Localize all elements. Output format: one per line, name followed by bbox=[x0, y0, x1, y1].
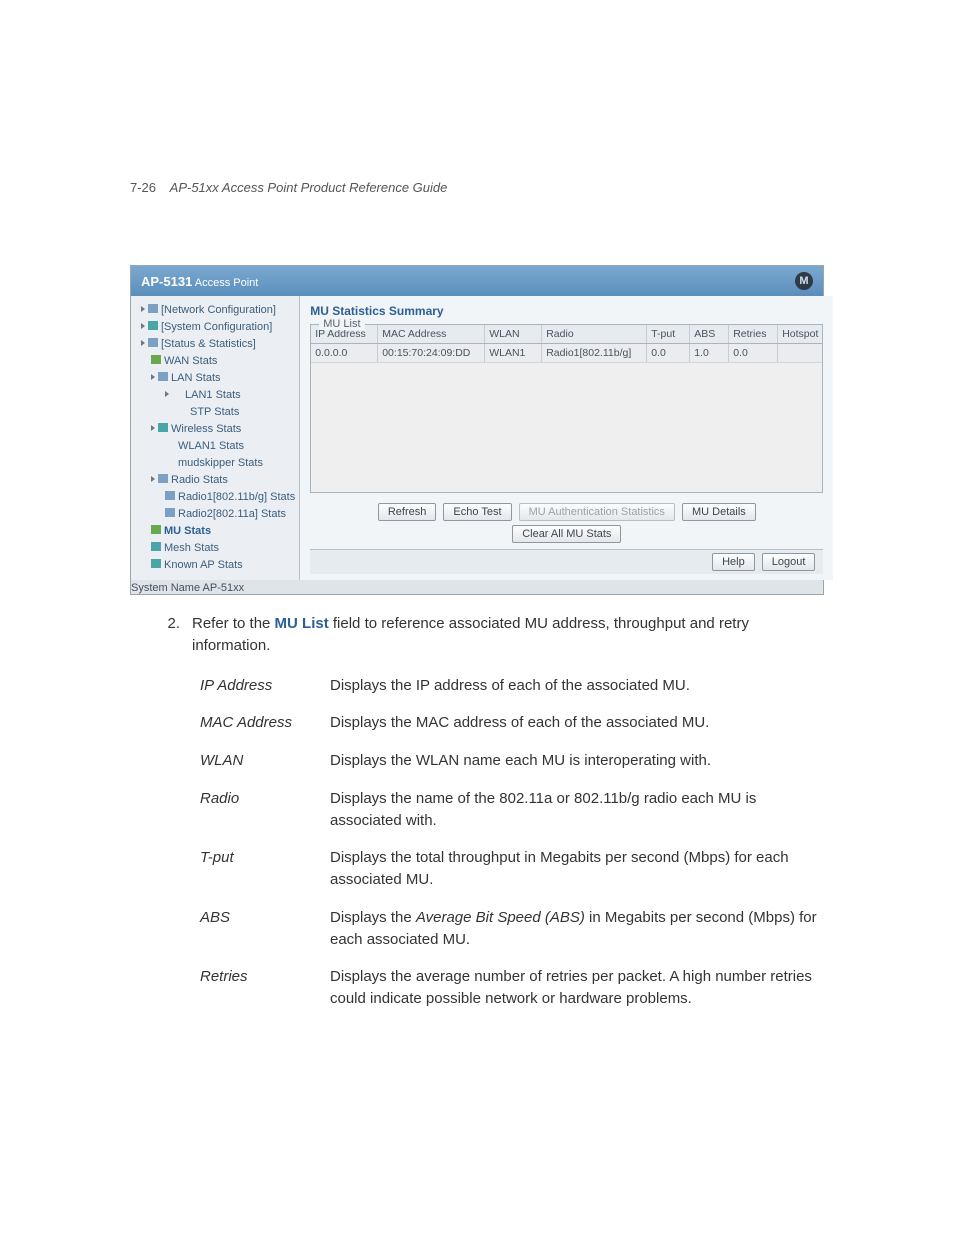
tree-lan-stats[interactable]: LAN Stats bbox=[137, 370, 295, 387]
tree-radio-stats[interactable]: Radio Stats bbox=[137, 472, 295, 489]
tree-stp-stats[interactable]: STP Stats bbox=[137, 404, 295, 421]
def-wlan: WLAN Displays the WLAN name each MU is i… bbox=[200, 750, 824, 772]
titlebar: AP-5131 Access Point M bbox=[131, 266, 823, 296]
tree-radio2-stats[interactable]: Radio2[802.11a] Stats bbox=[137, 506, 295, 523]
panel-title: MU Statistics Summary bbox=[310, 304, 823, 318]
tree-mu-stats[interactable]: MU Stats bbox=[137, 523, 295, 540]
def-tput: T-put Displays the total throughput in M… bbox=[200, 847, 824, 891]
logout-button[interactable]: Logout bbox=[762, 553, 816, 571]
tree-mesh-stats[interactable]: Mesh Stats bbox=[137, 540, 295, 557]
button-row-1: Refresh Echo Test MU Authentication Stat… bbox=[310, 501, 823, 525]
tree-radio1-stats[interactable]: Radio1[802.11b/g] Stats bbox=[137, 489, 295, 506]
table-empty-area bbox=[311, 363, 822, 492]
col-mac[interactable]: MAC Address bbox=[378, 325, 485, 343]
cell-ip: 0.0.0.0 bbox=[311, 344, 378, 362]
status-bar: System Name AP-51xx bbox=[131, 580, 823, 594]
def-abs: ABS Displays the Average Bit Speed (ABS)… bbox=[200, 907, 824, 951]
tree-lan1-stats[interactable]: LAN1 Stats bbox=[137, 387, 295, 404]
groupbox-legend: MU List bbox=[319, 318, 364, 330]
step-text: Refer to the MU List field to reference … bbox=[192, 613, 824, 657]
cell-abs: 1.0 bbox=[690, 344, 729, 362]
def-mac: MAC Address Displays the MAC address of … bbox=[200, 712, 824, 734]
col-tput[interactable]: T-put bbox=[647, 325, 690, 343]
col-wlan[interactable]: WLAN bbox=[485, 325, 542, 343]
mu-list-keyword: MU List bbox=[275, 615, 329, 632]
tree-system-configuration[interactable]: [System Configuration] bbox=[137, 319, 295, 336]
refresh-button[interactable]: Refresh bbox=[378, 503, 437, 521]
product-name: AP-5131 Access Point bbox=[141, 274, 258, 289]
motorola-logo-icon: M bbox=[795, 272, 813, 290]
help-button[interactable]: Help bbox=[712, 553, 755, 571]
page-header: 7-26 AP-51xx Access Point Product Refere… bbox=[130, 180, 824, 195]
tree-wireless-stats[interactable]: Wireless Stats bbox=[137, 421, 295, 438]
cell-tput: 0.0 bbox=[647, 344, 690, 362]
main-panel: MU Statistics Summary MU List IP Address… bbox=[300, 296, 833, 580]
def-radio: Radio Displays the name of the 802.11a o… bbox=[200, 788, 824, 832]
app-window: AP-5131 Access Point M [Network Configur… bbox=[130, 265, 824, 595]
def-ip: IP Address Displays the IP address of ea… bbox=[200, 675, 824, 697]
table-header: IP Address MAC Address WLAN Radio T-put … bbox=[311, 325, 822, 344]
cell-wlan: WLAN1 bbox=[485, 344, 542, 362]
tree-status-statistics[interactable]: [Status & Statistics] bbox=[137, 336, 295, 353]
product-model: AP-5131 bbox=[141, 274, 192, 289]
guide-title: AP-51xx Access Point Product Reference G… bbox=[170, 180, 448, 195]
tree-known-ap-stats[interactable]: Known AP Stats bbox=[137, 557, 295, 574]
def-retries: Retries Displays the average number of r… bbox=[200, 966, 824, 1010]
cell-mac: 00:15:70:24:09:DD bbox=[378, 344, 485, 362]
cell-radio: Radio1[802.11b/g] bbox=[542, 344, 647, 362]
product-suffix: Access Point bbox=[195, 277, 259, 289]
footer-bar: Help Logout bbox=[310, 549, 823, 574]
mu-auth-stats-button[interactable]: MU Authentication Statistics bbox=[519, 503, 675, 521]
col-abs[interactable]: ABS bbox=[690, 325, 729, 343]
tree-wlan1-stats[interactable]: WLAN1 Stats bbox=[137, 438, 295, 455]
col-radio[interactable]: Radio bbox=[542, 325, 647, 343]
page-number: 7-26 bbox=[130, 180, 156, 195]
nav-tree: [Network Configuration] [System Configur… bbox=[131, 296, 300, 580]
echo-test-button[interactable]: Echo Test bbox=[443, 503, 511, 521]
col-retries[interactable]: Retries bbox=[729, 325, 778, 343]
table-row[interactable]: 0.0.0.0 00:15:70:24:09:DD WLAN1 Radio1[8… bbox=[311, 344, 822, 363]
mu-list-groupbox: MU List IP Address MAC Address WLAN Radi… bbox=[310, 324, 823, 493]
cell-retries: 0.0 bbox=[729, 344, 778, 362]
definition-list: IP Address Displays the IP address of ea… bbox=[200, 675, 824, 1010]
tree-wan-stats[interactable]: WAN Stats bbox=[137, 353, 295, 370]
mu-details-button[interactable]: MU Details bbox=[682, 503, 756, 521]
tree-network-configuration[interactable]: [Network Configuration] bbox=[137, 302, 295, 319]
col-hotspot[interactable]: Hotspot bbox=[778, 325, 822, 343]
cell-hotspot bbox=[778, 344, 822, 362]
instruction-step: 2. Refer to the MU List field to referen… bbox=[130, 613, 824, 657]
tree-mudskipper-stats[interactable]: mudskipper Stats bbox=[137, 455, 295, 472]
clear-all-mu-stats-button[interactable]: Clear All MU Stats bbox=[512, 525, 621, 543]
button-row-2: Clear All MU Stats bbox=[310, 525, 823, 549]
step-number: 2. bbox=[130, 613, 192, 657]
